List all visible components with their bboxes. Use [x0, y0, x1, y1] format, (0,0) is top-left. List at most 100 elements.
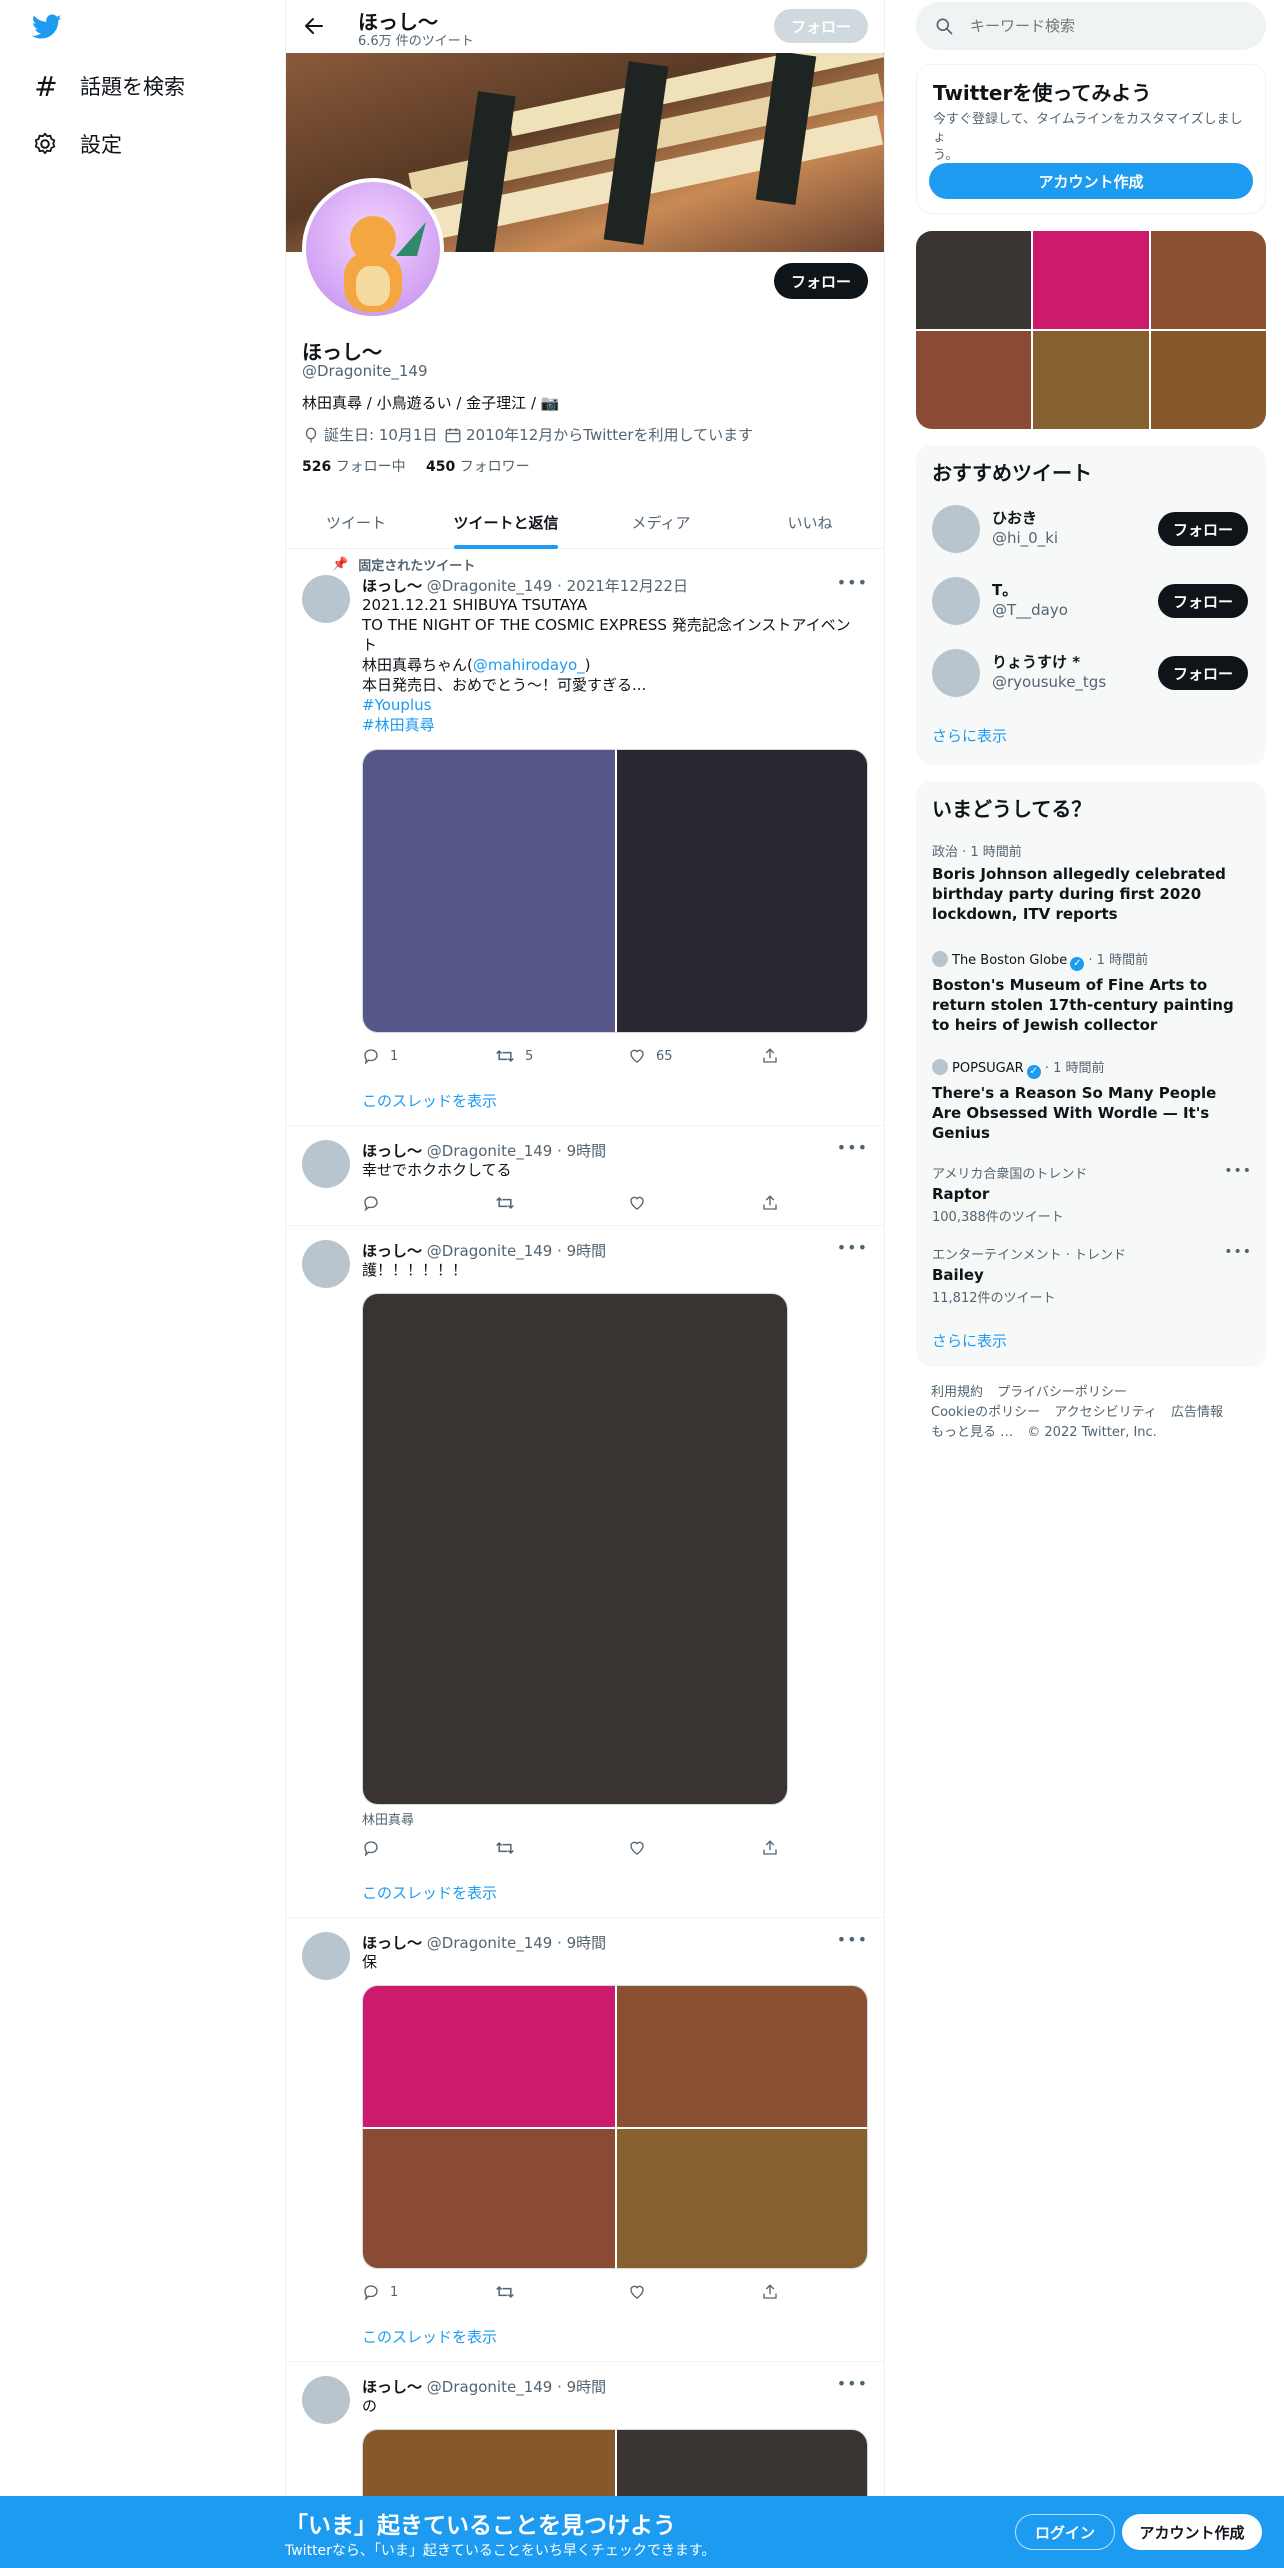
avatar[interactable]: [302, 1240, 350, 1288]
footer-link[interactable]: アクセシビリティ: [1054, 1405, 1157, 1420]
avatar[interactable]: [302, 1140, 350, 1188]
tweet[interactable]: ほっし～ @Dragonite_149 · 9時間 ••• 保 1 このスレッド…: [286, 1918, 884, 2362]
tweet-pinned[interactable]: 📌 固定されたツイート ほっし～ @Dragonite_149 · 2021年1…: [286, 549, 884, 1126]
follow-button[interactable]: フォロー: [1158, 656, 1248, 690]
show-more-link[interactable]: さらに表示: [932, 725, 1007, 746]
footer-link[interactable]: 利用規約: [931, 1385, 983, 1400]
search-input[interactable]: [970, 14, 1240, 38]
tweet[interactable]: ほっし～ @Dragonite_149 · 9時間 ••• 護！！！！！！ 林田…: [286, 1226, 884, 1918]
retweet-button[interactable]: [495, 1193, 515, 1213]
profile-follow-button[interactable]: フォロー: [774, 263, 868, 299]
tab-media[interactable]: メディア: [586, 496, 736, 549]
tweet-handle-time[interactable]: @Dragonite_149 · 9時間: [427, 1242, 606, 1260]
user-handle[interactable]: @T__dayo: [992, 601, 1068, 619]
tweet-media[interactable]: [362, 1985, 868, 2269]
tweet-handle-time[interactable]: @Dragonite_149 · 9時間: [427, 1142, 606, 1160]
twitter-logo-icon[interactable]: [32, 14, 62, 40]
media-image[interactable]: [363, 1986, 615, 2127]
more-options-icon[interactable]: •••: [837, 573, 868, 592]
retweet-button[interactable]: 5: [495, 1046, 533, 1066]
tweet[interactable]: ほっし～ @Dragonite_149 · 9時間 ••• の: [286, 2362, 884, 2496]
tweet-handle-time[interactable]: @Dragonite_149 · 2021年12月22日: [427, 577, 688, 595]
reply-button[interactable]: 1: [362, 2282, 398, 2302]
media-thumbnail[interactable]: [916, 231, 1031, 329]
hashtag-link[interactable]: #Youplus: [362, 695, 872, 715]
share-button[interactable]: [761, 1838, 779, 1858]
tweet-author-name[interactable]: ほっし～: [362, 2378, 422, 2396]
login-button[interactable]: ログイン: [1015, 2514, 1115, 2550]
mention-link[interactable]: @mahirodayo_: [473, 656, 585, 674]
tweet-author-name[interactable]: ほっし～: [362, 1934, 422, 1952]
footer-link[interactable]: もっと見る …: [931, 1425, 1013, 1440]
share-button[interactable]: [761, 1046, 779, 1066]
more-options-icon[interactable]: •••: [1224, 1244, 1252, 1260]
avatar[interactable]: [302, 2376, 350, 2424]
tweet[interactable]: ほっし～ @Dragonite_149 · 9時間 ••• 幸せでホクホクしてる: [286, 1126, 884, 1226]
reply-button[interactable]: [362, 1838, 380, 1858]
tab-tweets-and-replies[interactable]: ツイートと返信: [426, 496, 586, 549]
share-button[interactable]: [761, 2282, 779, 2302]
retweet-button[interactable]: [495, 1838, 515, 1858]
profile-avatar[interactable]: [302, 178, 444, 320]
show-more-link[interactable]: さらに表示: [932, 1330, 1007, 1351]
bottom-signup-button[interactable]: アカウント作成: [1122, 2514, 1262, 2550]
media-caption[interactable]: 林田真尋: [362, 1809, 414, 1828]
media-thumbnail[interactable]: [1151, 231, 1266, 329]
nav-settings[interactable]: 設定: [32, 124, 122, 164]
avatar[interactable]: [302, 575, 350, 623]
media-image[interactable]: [363, 750, 615, 1032]
recommended-user[interactable]: ひおき @hi_0_ki フォロー: [932, 505, 1252, 553]
tweet-author-name[interactable]: ほっし～: [362, 1242, 422, 1260]
retweet-button[interactable]: [495, 2282, 515, 2302]
footer-link[interactable]: プライバシーポリシー: [997, 1385, 1127, 1400]
more-options-icon[interactable]: •••: [837, 1930, 868, 1949]
like-button[interactable]: [628, 1193, 646, 1213]
back-arrow-icon[interactable]: [302, 14, 326, 38]
avatar[interactable]: [932, 649, 980, 697]
following-link[interactable]: 526 フォロー中: [302, 456, 406, 476]
media-image[interactable]: [617, 750, 867, 1032]
tab-likes[interactable]: いいね: [736, 496, 884, 549]
trend-item[interactable]: 政治 · 1 時間前 Boris Johnson allegedly celeb…: [932, 841, 1252, 924]
like-button[interactable]: 65: [628, 1046, 673, 1066]
like-button[interactable]: [628, 2282, 646, 2302]
more-options-icon[interactable]: •••: [837, 1238, 868, 1257]
more-options-icon[interactable]: •••: [837, 2374, 868, 2393]
avatar[interactable]: [932, 505, 980, 553]
avatar[interactable]: [932, 577, 980, 625]
user-handle[interactable]: @ryousuke_tgs: [992, 673, 1106, 691]
search-box[interactable]: [916, 2, 1266, 50]
followers-link[interactable]: 450 フォロワー: [426, 456, 530, 476]
trend-item[interactable]: エンターテインメント · トレンド Bailey 11,812件のツイート ••…: [932, 1244, 1252, 1306]
create-account-button[interactable]: アカウント作成: [929, 163, 1253, 199]
trend-item[interactable]: POPSUGAR ✓ · 1 時間前 There's a Reason So Ma…: [932, 1057, 1252, 1143]
show-thread-link[interactable]: このスレッドを表示: [362, 2326, 497, 2347]
nav-explore[interactable]: # 話題を検索: [32, 66, 185, 106]
recommended-user[interactable]: T。 @T__dayo フォロー: [932, 577, 1252, 625]
recommended-user[interactable]: りょうすけ * @ryousuke_tgs フォロー: [932, 649, 1252, 697]
tweet-handle-time[interactable]: @Dragonite_149 · 9時間: [427, 1934, 606, 1952]
user-name[interactable]: りょうすけ *: [992, 651, 1080, 672]
tweet-author-name[interactable]: ほっし～: [362, 577, 422, 595]
tweet-media[interactable]: [362, 2429, 868, 2496]
header-follow-button[interactable]: フォロー: [774, 9, 868, 43]
footer-link[interactable]: Cookieのポリシー: [931, 1405, 1040, 1420]
media-image[interactable]: [363, 2129, 615, 2268]
footer-link[interactable]: 広告情報: [1171, 1405, 1223, 1420]
user-name[interactable]: ひおき: [992, 507, 1037, 528]
media-thumbnail[interactable]: [916, 331, 1031, 429]
media-thumbnail[interactable]: [1033, 331, 1149, 429]
tab-tweets[interactable]: ツイート: [286, 496, 426, 549]
user-name[interactable]: T。: [992, 579, 1017, 600]
tweet-media[interactable]: [362, 749, 868, 1033]
tweet-media[interactable]: [362, 1293, 788, 1805]
more-options-icon[interactable]: •••: [837, 1138, 868, 1157]
more-options-icon[interactable]: •••: [1224, 1163, 1252, 1179]
tweet-handle-time[interactable]: @Dragonite_149 · 9時間: [427, 2378, 606, 2396]
trend-item[interactable]: アメリカ合衆国のトレンド Raptor 100,388件のツイート •••: [932, 1163, 1252, 1225]
tweet-author-name[interactable]: ほっし～: [362, 1142, 422, 1160]
media-image[interactable]: [617, 1986, 867, 2127]
share-button[interactable]: [761, 1193, 779, 1213]
media-thumbnail[interactable]: [1033, 231, 1149, 329]
show-thread-link[interactable]: このスレッドを表示: [362, 1882, 497, 1903]
